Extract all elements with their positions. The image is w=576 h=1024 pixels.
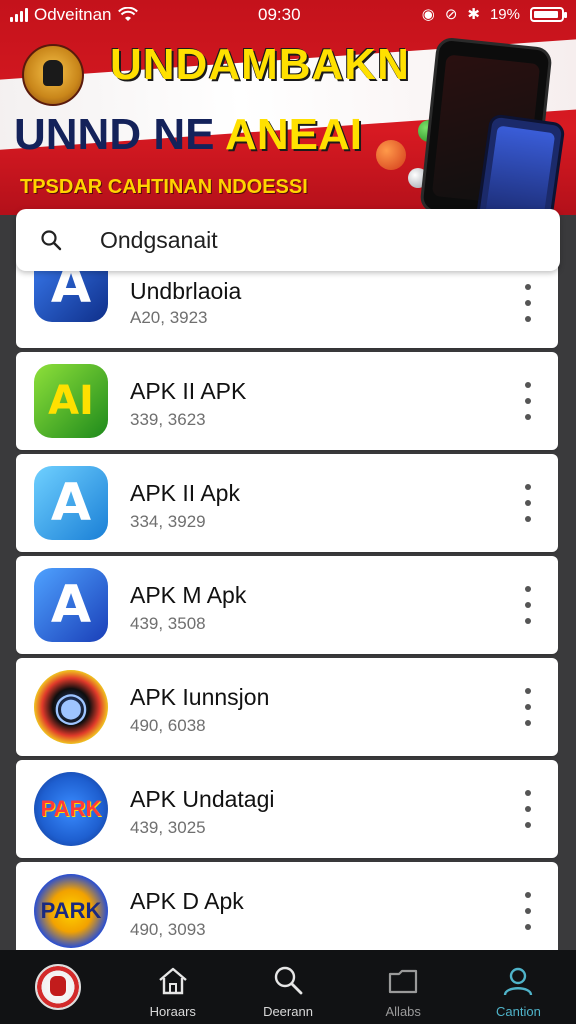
- clock: 09:30: [258, 5, 301, 24]
- more-options-icon[interactable]: [522, 382, 534, 420]
- status-bar: Odveitnan 09:30 ◉ ⊘ ✱ 19%: [0, 0, 576, 30]
- search-icon: [274, 966, 303, 995]
- nav-item-home[interactable]: Horaars: [115, 950, 230, 1024]
- bottom-nav: Horaars Deerann Allabs Cantion: [0, 950, 576, 1024]
- battery-icon: [530, 6, 567, 22]
- app-name: APK D Apk: [130, 888, 244, 914]
- more-options-icon[interactable]: [522, 688, 534, 726]
- nav-label-home: Horaars: [149, 1004, 196, 1019]
- more-options-icon[interactable]: [522, 284, 534, 322]
- more-options-icon[interactable]: [522, 586, 534, 624]
- app-name: APK Iunnsjon: [130, 684, 270, 710]
- nav-item-avatar[interactable]: [0, 950, 115, 1024]
- banner-title-line1: UNDAMBAKN: [110, 40, 410, 89]
- no-signal-icon: ⊘: [444, 6, 458, 23]
- search-input[interactable]: Ondgsanait: [100, 227, 218, 254]
- garuda-emblem-icon: [22, 44, 84, 106]
- status-left: Odveitnan: [10, 5, 138, 25]
- app-subtitle: 439, 3508: [130, 614, 206, 633]
- bluetooth-icon: ✱: [467, 6, 480, 23]
- list-item[interactable]: PARK APK D Apk 490, 3093: [16, 862, 558, 950]
- nav-label-apps: Allabs: [385, 1004, 421, 1019]
- signal-icon: [10, 8, 28, 22]
- alarm-icon: ◉: [421, 6, 435, 23]
- status-right: ◉ ⊘ ✱ 19%: [421, 5, 567, 23]
- app-name: APK Undatagi: [130, 786, 275, 812]
- app-subtitle: 439, 3025: [130, 818, 206, 837]
- app-subtitle: 490, 6038: [130, 716, 206, 735]
- tablet-mockup-image: [474, 113, 566, 215]
- search-bar[interactable]: Ondgsanait: [16, 209, 560, 271]
- list-item[interactable]: PARK APK Undatagi 439, 3025: [16, 760, 558, 858]
- banner-title-line2: UNND NE ANEAI: [14, 110, 362, 160]
- app-icon: A: [34, 568, 108, 642]
- nav-item-profile[interactable]: Cantion: [461, 950, 576, 1024]
- app-icon: A: [34, 466, 108, 540]
- app-icon: PARK: [34, 874, 108, 948]
- nav-label-search: Deerann: [263, 1004, 313, 1019]
- banner-title-line2-part1: UNND NE: [14, 110, 215, 159]
- more-options-icon[interactable]: [522, 892, 534, 930]
- folder-icon: [389, 969, 418, 994]
- carrier-name: Odveitnan: [34, 5, 112, 24]
- app-subtitle: 490, 3093: [130, 920, 206, 939]
- avatar[interactable]: [34, 964, 81, 1010]
- app-name: APK II Apk: [130, 480, 240, 506]
- banner-title-line2-part2: ANEAI: [225, 110, 362, 159]
- profile-icon: [504, 967, 533, 996]
- app-subtitle: A20, 3923: [130, 308, 208, 327]
- game-ball-icon: [376, 140, 406, 170]
- promo-banner[interactable]: UNDAMBAKN UNND NE ANEAI TPSDAR CAHTINAN …: [0, 0, 576, 215]
- app-name: Undbrlaoia: [130, 278, 242, 304]
- app-icon: PARK: [34, 772, 108, 846]
- nav-item-apps[interactable]: Allabs: [346, 950, 461, 1024]
- home-icon: [159, 967, 187, 995]
- more-options-icon[interactable]: [522, 790, 534, 828]
- app-name: APK M Apk: [130, 582, 247, 608]
- list-item[interactable]: AI APK II APK 339, 3623: [16, 352, 558, 450]
- banner-subtitle: TPSDAR CAHTINAN NDOESSI: [20, 176, 308, 198]
- app-name: APK II APK: [130, 378, 247, 404]
- more-options-icon[interactable]: [522, 484, 534, 522]
- nav-item-search[interactable]: Deerann: [230, 950, 345, 1024]
- app-subtitle: 339, 3623: [130, 410, 206, 429]
- list-item[interactable]: A APK M Apk 439, 3508: [16, 556, 558, 654]
- battery-percent: 19%: [489, 5, 520, 23]
- list-item[interactable]: A APK II Apk 334, 3929: [16, 454, 558, 552]
- list-item[interactable]: ◉ APK Iunnsjon 490, 6038: [16, 658, 558, 756]
- search-icon: [41, 230, 62, 251]
- app-icon: AI: [34, 364, 108, 438]
- app-subtitle: 334, 3929: [130, 512, 206, 531]
- app-icon: ◉: [34, 670, 108, 744]
- app-list[interactable]: A Undbrlaoia A20, 3923 AI APK II APK 339…: [16, 250, 558, 950]
- wifi-icon: [117, 7, 138, 21]
- nav-label-profile: Cantion: [496, 1004, 541, 1019]
